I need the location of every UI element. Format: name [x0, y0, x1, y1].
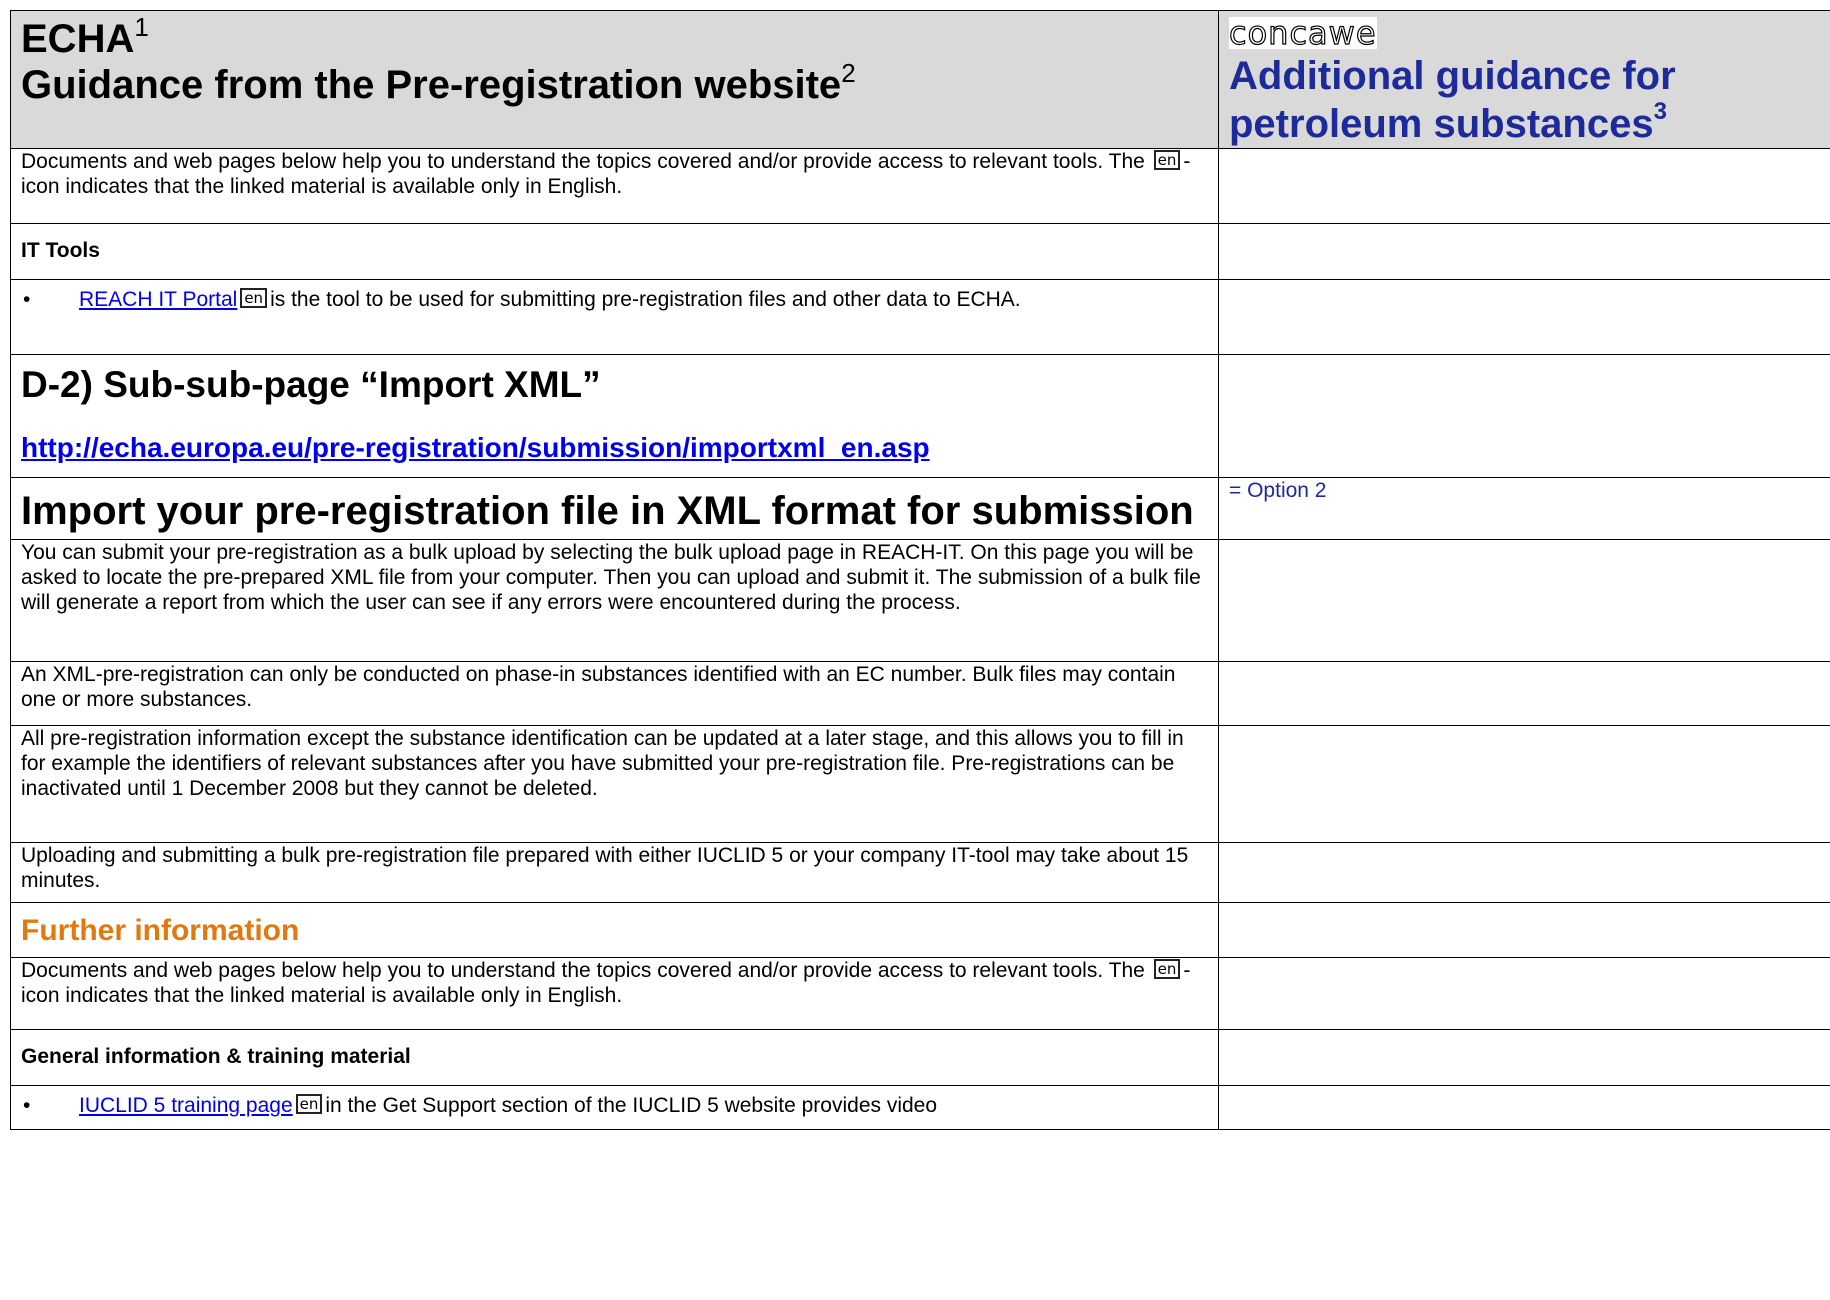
general-info-heading: General information & training material — [10, 1029, 1219, 1086]
reach-it-portal-link[interactable]: REACH IT Portal — [79, 288, 237, 311]
general-info-row: General information & training material — [10, 1029, 1830, 1086]
additional-guidance-title: Additional guidance for petroleum substa… — [1229, 54, 1676, 146]
comment-cell — [1218, 148, 1830, 224]
en-icon: en — [240, 288, 268, 308]
en-icon: en — [295, 1094, 323, 1114]
intro-row: Documents and web pages below help you t… — [10, 957, 1830, 1030]
import-heading-cell: Import your pre-registration file in XML… — [10, 477, 1219, 540]
iuclid-training-link[interactable]: IUCLID 5 training page — [79, 1094, 293, 1117]
reach-it-row: • REACH IT Portal en is the tool to be use… — [10, 279, 1830, 355]
comment-cell — [1218, 1029, 1830, 1086]
option-cell: = Option 2 — [1218, 477, 1830, 540]
text-row: You can submit your pre-registration as … — [10, 539, 1830, 662]
bullet-icon: • — [23, 288, 31, 311]
echa-title: ECHA1 — [21, 12, 149, 61]
upload-time-paragraph: Uploading and submitting a bulk pre-regi… — [10, 842, 1219, 903]
comment-cell — [1218, 223, 1830, 280]
comment-cell — [1218, 354, 1830, 478]
it-tools-heading: IT Tools — [10, 223, 1219, 280]
option-note: = Option 2 — [1229, 479, 1327, 502]
comment-cell — [1218, 957, 1830, 1030]
list-item: • REACH IT Portal en is the tool to be use… — [10, 279, 1219, 355]
footnote-1: 1 — [134, 12, 149, 42]
text-row: An XML-pre-registration can only be cond… — [10, 661, 1830, 726]
en-icon: en — [1153, 959, 1181, 979]
comment-cell — [1218, 842, 1830, 903]
update-paragraph: All pre-registration information except … — [10, 725, 1219, 843]
concawe-logo: concawe — [1228, 14, 1377, 52]
echa-header-cell: ECHA1 Guidance from the Pre-registration… — [10, 10, 1219, 149]
import-heading: Import your pre-registration file in XML… — [21, 489, 1194, 533]
en-icon: en — [1153, 150, 1181, 170]
further-info-cell: Further information — [10, 902, 1219, 958]
guidance-table: ECHA1 Guidance from the Pre-registration… — [10, 10, 1830, 1130]
comment-cell — [1218, 539, 1830, 662]
footnote-2: 2 — [841, 58, 856, 88]
xml-paragraph: An XML-pre-registration can only be cond… — [10, 661, 1219, 726]
text-row: Uploading and submitting a bulk pre-regi… — [10, 842, 1830, 903]
further-info-row: Further information — [10, 902, 1830, 958]
subpage-row: D-2) Sub-sub-page “Import XML” http://ec… — [10, 354, 1830, 478]
comment-cell — [1218, 279, 1830, 355]
bullet-icon: • — [23, 1094, 31, 1117]
intro-text: Documents and web pages below help you t… — [10, 957, 1219, 1030]
import-heading-row: Import your pre-registration file in XML… — [10, 477, 1830, 540]
bulk-upload-paragraph: You can submit your pre-registration as … — [10, 539, 1219, 662]
subpage-cell: D-2) Sub-sub-page “Import XML” http://ec… — [10, 354, 1219, 478]
further-info-heading: Further information — [21, 914, 300, 947]
import-xml-url-link[interactable]: http://echa.europa.eu/pre-registration/s… — [21, 432, 930, 463]
concawe-header-cell: concawe Additional guidance for petroleu… — [1218, 10, 1830, 149]
comment-cell — [1218, 1085, 1830, 1130]
list-item: • IUCLID 5 training page en in the Get Sup… — [10, 1085, 1219, 1130]
text-row: All pre-registration information except … — [10, 725, 1830, 843]
intro-row: Documents and web pages below help you t… — [10, 148, 1830, 224]
comment-cell — [1218, 725, 1830, 843]
footnote-3: 3 — [1653, 98, 1667, 125]
comment-cell — [1218, 902, 1830, 958]
comment-cell — [1218, 661, 1830, 726]
it-tools-row: IT Tools — [10, 223, 1830, 280]
iuclid-row: • IUCLID 5 training page en in the Get Sup… — [10, 1085, 1830, 1130]
header-row: ECHA1 Guidance from the Pre-registration… — [10, 10, 1830, 149]
subpage-title: D-2) Sub-sub-page “Import XML” — [21, 364, 601, 405]
guidance-title: Guidance from the Pre-registration websi… — [21, 58, 856, 107]
intro-text: Documents and web pages below help you t… — [10, 148, 1219, 224]
